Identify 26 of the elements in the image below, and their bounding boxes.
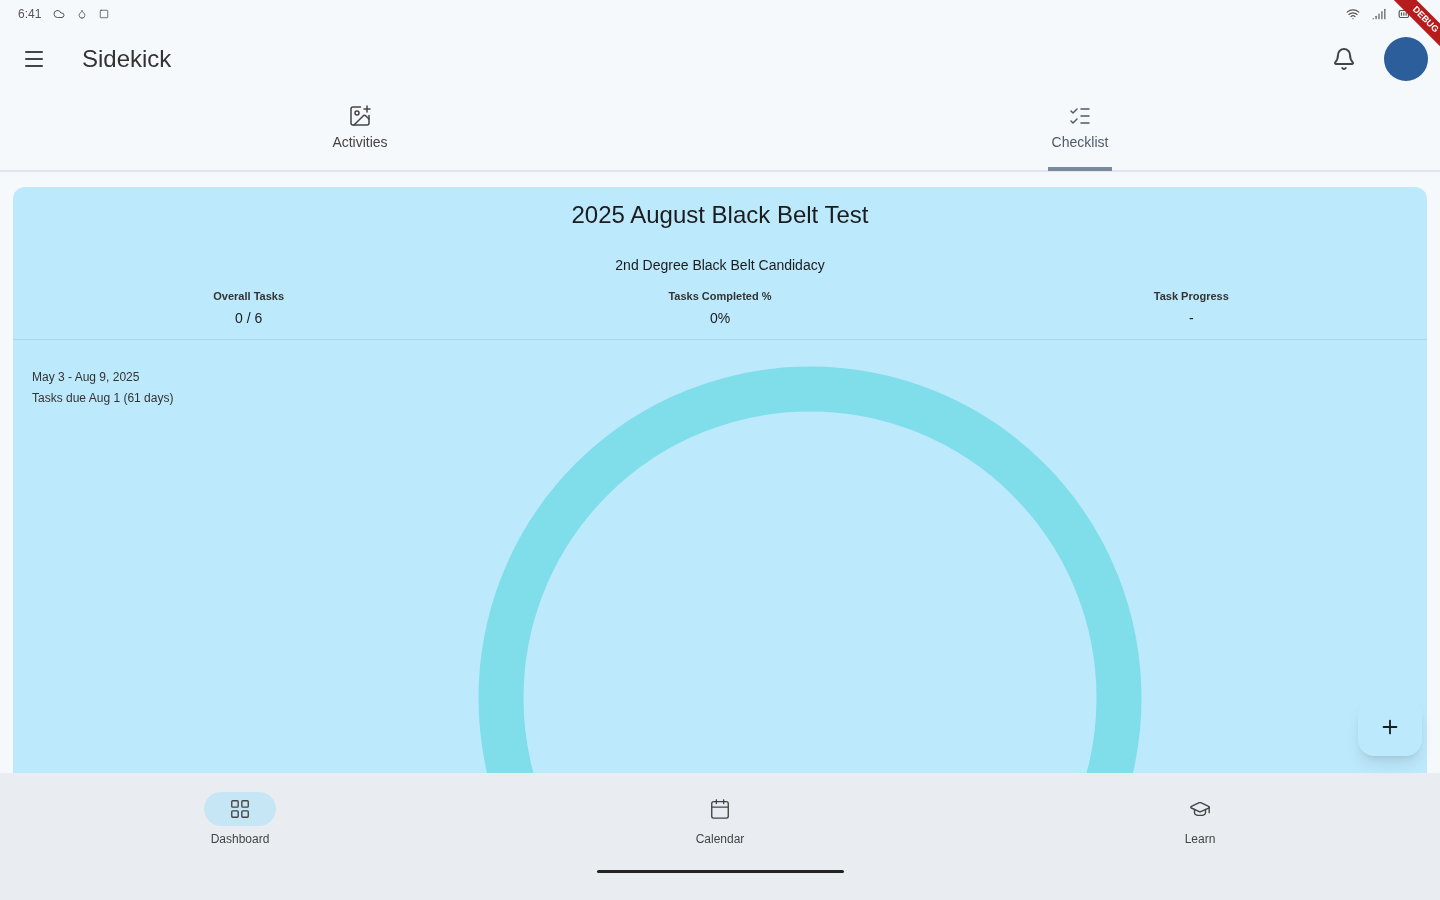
drop-icon bbox=[77, 9, 88, 19]
nav-item[interactable]: Calendar bbox=[684, 792, 756, 848]
wifi-icon bbox=[1346, 7, 1360, 21]
card-title: 2025 August Black Belt Test bbox=[571, 200, 869, 230]
stat-value: 0 / 6 bbox=[235, 308, 263, 328]
avatar[interactable] bbox=[1384, 37, 1428, 81]
nav-item[interactable]: Learn bbox=[1164, 792, 1236, 848]
tab[interactable]: Checklist bbox=[1047, 90, 1113, 171]
signal-icon bbox=[1372, 7, 1386, 21]
stat-value: 0% bbox=[709, 308, 731, 328]
due-text: Tasks due Aug 1 (61 days) bbox=[32, 389, 175, 407]
status-time: 6:41 bbox=[18, 6, 42, 23]
app-title: Sidekick bbox=[82, 44, 172, 74]
calendar-icon bbox=[709, 798, 731, 820]
image-plus-icon bbox=[348, 104, 372, 128]
square-icon bbox=[99, 9, 110, 19]
tab[interactable]: Activities bbox=[328, 90, 392, 171]
stat-label: Task Progress bbox=[1153, 289, 1229, 304]
stat-label: Overall Tasks bbox=[213, 289, 285, 304]
card-subtitle: 2nd Degree Black Belt Candidacy bbox=[615, 256, 825, 275]
grid-icon bbox=[229, 798, 251, 820]
date-range: May 3 - Aug 9, 2025 bbox=[32, 368, 141, 386]
cloud-icon bbox=[53, 8, 66, 20]
stat-label: Tasks Completed % bbox=[668, 289, 772, 304]
stat-value: - bbox=[1189, 308, 1194, 328]
notification-bell-icon bbox=[1332, 47, 1356, 71]
